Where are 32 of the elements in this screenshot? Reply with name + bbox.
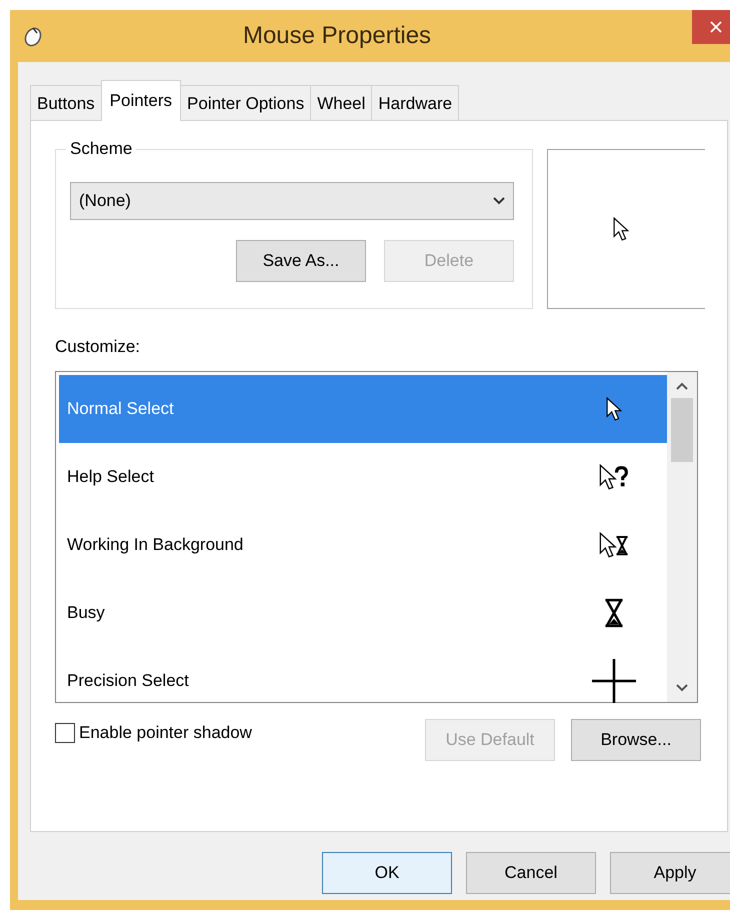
pointer-list-item[interactable]: Busy xyxy=(59,579,667,647)
arrow-cursor-icon xyxy=(613,217,630,241)
scheme-dropdown[interactable]: (None) xyxy=(70,182,514,220)
close-button[interactable] xyxy=(692,10,730,44)
chevron-down-icon xyxy=(492,197,505,205)
pointer-list-item[interactable]: Precision Select xyxy=(59,647,667,715)
dialog-button[interactable]: Cancel xyxy=(466,852,596,894)
checkbox-label: Enable pointer shadow xyxy=(79,723,252,743)
close-icon xyxy=(710,20,722,32)
list-button[interactable]: Browse... xyxy=(571,719,701,761)
checkbox[interactable] xyxy=(55,723,75,743)
arrow-question-cursor-icon xyxy=(599,464,629,490)
arrow-hourglass-cursor-icon xyxy=(599,532,629,558)
customize-label: Customize: xyxy=(55,337,142,357)
scheme-button[interactable]: Save As... xyxy=(236,240,366,282)
arrow-cursor-icon xyxy=(606,397,622,421)
mouse-icon xyxy=(24,25,42,47)
pointer-list-item[interactable]: Normal Select xyxy=(59,375,667,443)
dialog-button[interactable]: Apply xyxy=(610,852,730,894)
dialog-button[interactable]: OK xyxy=(322,852,452,894)
pointer-list-item[interactable]: Help Select xyxy=(59,443,667,511)
scrollbar-thumb[interactable] xyxy=(671,398,693,462)
scrollbar[interactable] xyxy=(667,372,697,702)
scroll-down-icon xyxy=(676,684,688,692)
crosshair-icon xyxy=(592,659,636,703)
window-title: Mouse Properties xyxy=(242,22,432,50)
tab[interactable]: Hardware xyxy=(371,85,460,120)
tab[interactable]: Buttons xyxy=(30,85,102,120)
scroll-up-icon xyxy=(676,382,688,390)
pointer-list-item[interactable]: Working In Background xyxy=(59,511,667,579)
hourglass-icon xyxy=(604,598,624,628)
tab[interactable]: Pointers xyxy=(100,80,182,121)
